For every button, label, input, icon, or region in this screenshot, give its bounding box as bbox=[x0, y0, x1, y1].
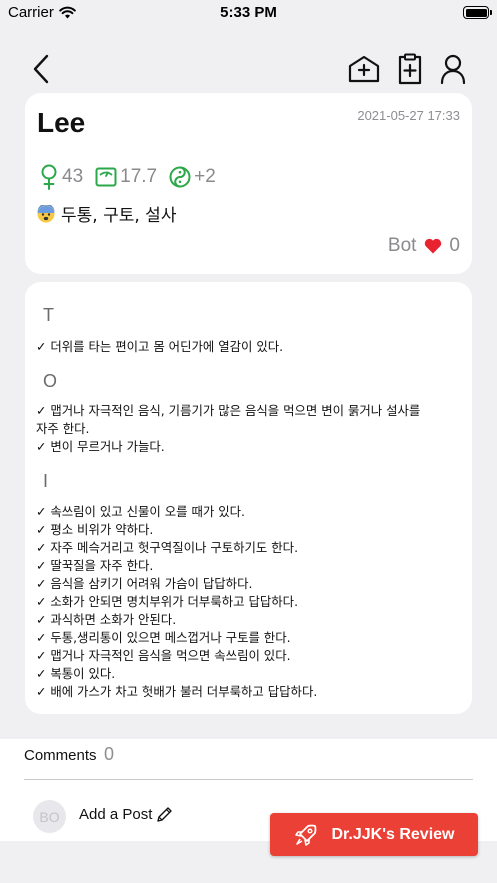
age-value: 43 bbox=[62, 166, 84, 187]
symptom-summary: 두통, 구토, 설사 bbox=[37, 201, 176, 226]
list-item: ✓ 딸꾹질을 자주 한다. bbox=[36, 558, 154, 573]
patient-stats: 43 17.7 +2 bbox=[39, 164, 228, 190]
list-item: ✓ 과식하면 소화가 안된다. bbox=[36, 612, 177, 627]
comments-divider bbox=[24, 779, 473, 780]
female-icon bbox=[41, 164, 57, 190]
symptom-notes-card: T ✓ 더위를 타는 편이고 몸 어딘가에 열감이 있다. O ✓ 맵거나 자극… bbox=[25, 282, 472, 714]
list-item: ✓ 맵거나 자극적인 음식, 기름기가 많은 음식을 먹으면 변이 묽거나 설사… bbox=[36, 403, 421, 418]
age-stat: 43 bbox=[39, 164, 83, 190]
list-item: ✓ 속쓰림이 있고 신물이 오를 때가 있다. bbox=[36, 504, 245, 519]
battery-icon bbox=[463, 6, 492, 19]
pencil-icon bbox=[157, 807, 173, 822]
hospital-icon bbox=[348, 55, 380, 83]
yin-yang-icon bbox=[169, 166, 191, 188]
list-item: ✓ 음식을 삼키기 어려워 가슴이 답답하다. bbox=[36, 576, 253, 591]
chevron-left-icon bbox=[33, 54, 49, 84]
hospital-button[interactable] bbox=[345, 50, 383, 88]
section-list-t: ✓ 더위를 타는 편이고 몸 어딘가에 열감이 있다. bbox=[36, 338, 464, 356]
scale-icon bbox=[95, 167, 117, 187]
add-post-label: Add a Post bbox=[79, 806, 153, 823]
heart-icon bbox=[425, 238, 442, 254]
list-item: ✓ 맵거나 자극적인 음식을 먹으면 속쓰림이 있다. bbox=[36, 648, 291, 663]
bmi-stat: 17.7 bbox=[95, 166, 157, 188]
constitution-stat: +2 bbox=[169, 166, 216, 188]
section-heading-o: O bbox=[43, 371, 58, 391]
battery-level bbox=[465, 8, 487, 17]
patient-name: Lee bbox=[37, 107, 86, 138]
user-icon bbox=[440, 54, 466, 84]
constitution-value: +2 bbox=[194, 166, 216, 187]
comments-label: Comments bbox=[24, 747, 97, 764]
patient-summary-card: Lee 2021-05-27 17:33 43 17.7 +2 두통, 구토, … bbox=[25, 93, 472, 274]
doctor-review-button[interactable]: Dr.JJK's Review bbox=[270, 813, 478, 856]
rocket-icon bbox=[294, 824, 316, 846]
list-item: ✓ 평소 비위가 약하다. bbox=[36, 522, 154, 537]
clipboard-plus-icon bbox=[398, 53, 422, 85]
status-time: 5:33 PM bbox=[220, 4, 277, 21]
comments-count: 0 bbox=[104, 744, 115, 764]
review-button-label: Dr.JJK's Review bbox=[331, 825, 455, 843]
list-item: ✓ 소화가 안되면 명치부위가 더부룩하고 답답하다. bbox=[36, 594, 299, 609]
section-list-i: ✓ 속쓰림이 있고 신물이 오를 때가 있다. ✓ 평소 비위가 약하다. ✓ … bbox=[36, 503, 464, 701]
bmi-value: 17.7 bbox=[120, 166, 158, 187]
back-button[interactable] bbox=[24, 49, 58, 89]
section-heading-t: T bbox=[43, 305, 54, 325]
bot-likes[interactable]: Bot 0 bbox=[388, 235, 460, 257]
list-item: ✓ 변이 무르거나 가늘다. bbox=[36, 439, 165, 454]
navigation-bar bbox=[0, 45, 497, 93]
section-heading-i: I bbox=[43, 471, 49, 491]
symptoms-text: 두통, 구토, 설사 bbox=[61, 206, 177, 226]
bot-label: Bot bbox=[387, 235, 417, 256]
section-list-o: ✓ 맵거나 자극적인 음식, 기름기가 많은 음식을 먹으면 변이 묽거나 설사… bbox=[36, 402, 464, 456]
list-item: ✓ 두통,생리통이 있으면 메스껍거나 구토를 한다. bbox=[36, 630, 291, 645]
record-date: 2021-05-27 17:33 bbox=[357, 108, 460, 123]
status-bar: Carrier 5:33 PM bbox=[0, 0, 497, 28]
profile-button[interactable] bbox=[436, 50, 470, 88]
list-item: ✓ 더위를 타는 편이고 몸 어딘가에 열감이 있다. bbox=[36, 339, 284, 354]
list-item: 자주 한다. bbox=[36, 421, 90, 436]
list-item: ✓ 복통이 있다. bbox=[36, 666, 116, 681]
add-post-button[interactable]: Add a Post bbox=[79, 806, 173, 823]
likes-count: 0 bbox=[449, 235, 460, 256]
medical-record-button[interactable] bbox=[393, 50, 427, 88]
avatar: BO bbox=[33, 800, 66, 833]
list-item: ✓ 배에 가스가 차고 헛배가 불러 더부룩하고 답답하다. bbox=[36, 684, 318, 699]
anxious-face-icon bbox=[37, 204, 55, 222]
list-item: ✓ 자주 메슥거리고 헛구역질이나 구토하기도 한다. bbox=[36, 540, 299, 555]
